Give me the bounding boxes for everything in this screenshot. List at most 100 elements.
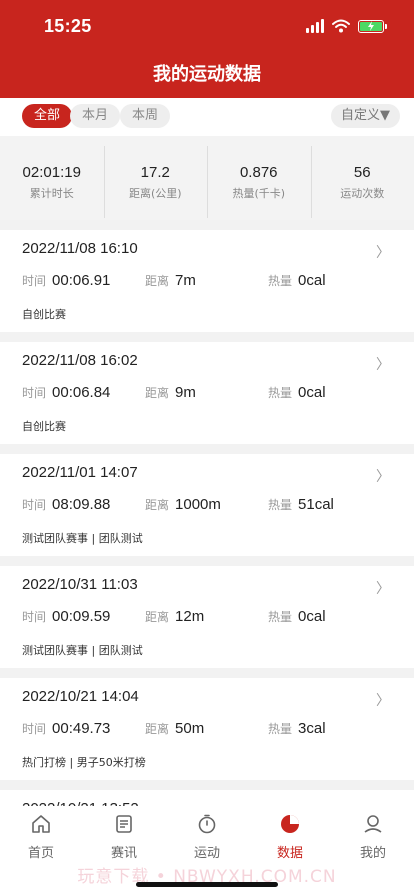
filter-month-chip[interactable]: 本月 (70, 104, 121, 128)
summary-label: 累计时长 (29, 187, 74, 200)
record-tag: 自创比赛 (22, 420, 66, 433)
summary-distance: 17.2 距离(公里) (103, 136, 208, 220)
record-time: 时间 00:49.73 (22, 720, 110, 737)
tab-home[interactable]: 首页 (0, 812, 82, 861)
filter-week-chip[interactable]: 本周 (120, 104, 171, 128)
chevron-right-icon: 〉 (376, 469, 390, 485)
metric-label: 距离 (145, 386, 170, 400)
record-tag: 自创比赛 (22, 308, 66, 321)
record-time: 时间 00:09.59 (22, 608, 110, 625)
record-card[interactable]: 2022/11/01 14:07 〉 时间 08:09.88 距离 1000m 热量… (0, 454, 414, 556)
chevron-right-icon: 〉 (376, 581, 390, 597)
record-distance: 距离 12m (145, 608, 204, 625)
summary-count: 56 运动次数 (310, 136, 414, 220)
metric-label: 时间 (22, 722, 47, 736)
metric-value: 50m (175, 720, 205, 737)
tab-data[interactable]: 数据 (249, 812, 331, 861)
record-tag: 热门打榜 | 男子50米打榜 (22, 756, 146, 769)
filter-bar: 全部 本月 本周 自定义▼ (0, 98, 414, 136)
news-icon (83, 812, 165, 836)
summary-value: 0.876 (239, 164, 278, 181)
chevron-right-icon: 〉 (376, 245, 390, 261)
record-tag: 测试团队赛事 | 团队测试 (22, 644, 143, 657)
tab-label: 首页 (27, 846, 54, 861)
metric-value: 00:06.84 (52, 384, 111, 401)
home-indicator[interactable] (136, 882, 278, 887)
record-tag: 测试团队赛事 | 团队测试 (22, 532, 143, 545)
metric-value: 7m (175, 272, 196, 289)
tab-mine[interactable]: 我的 (332, 812, 414, 861)
record-card[interactable]: 2022/10/31 11:03 〉 时间 00:09.59 距离 12m 热量 0c… (0, 566, 414, 668)
record-calorie: 热量 0cal (268, 384, 326, 401)
metric-label: 时间 (22, 274, 47, 288)
metric-label: 时间 (22, 610, 47, 624)
metric-value: 00:49.73 (52, 720, 111, 737)
metric-label: 热量 (268, 498, 293, 512)
record-date: 2022/11/08 16:10 (22, 240, 138, 257)
home-icon (0, 812, 82, 836)
page-title: 我的运动数据 (153, 64, 261, 85)
record-distance: 距离 7m (145, 272, 196, 289)
metric-label: 距离 (145, 498, 170, 512)
signal-icon (306, 19, 324, 33)
metric-label: 热量 (268, 274, 293, 288)
status-icons (306, 19, 387, 33)
tab-news[interactable]: 赛讯 (83, 812, 165, 861)
metric-label: 热量 (268, 386, 293, 400)
battery-icon (358, 19, 387, 33)
metric-value: 0cal (298, 608, 326, 625)
summary-value: 02:01:19 (22, 164, 81, 181)
tab-sport[interactable]: 运动 (166, 812, 248, 861)
status-bar: 15:25 (0, 0, 414, 54)
metric-value: 00:09.59 (52, 608, 111, 625)
status-time: 15:25 (44, 16, 92, 36)
chevron-right-icon: 〉 (376, 357, 390, 373)
pie-chart-icon (249, 812, 331, 836)
tab-label: 运动 (193, 846, 220, 861)
record-distance: 距离 50m (145, 720, 204, 737)
record-time: 时间 08:09.88 (22, 496, 110, 513)
record-card[interactable]: 2022/10/21 14:04 〉 时间 00:49.73 距离 50m 热量 3c… (0, 678, 414, 780)
wifi-icon (332, 19, 350, 33)
metric-label: 距离 (145, 274, 170, 288)
record-calorie: 热量 3cal (268, 720, 326, 737)
custom-range-dropdown[interactable]: 自定义▼ (331, 104, 400, 128)
summary-label: 距离(公里) (128, 187, 182, 200)
tab-label: 赛讯 (110, 846, 137, 861)
stopwatch-icon (166, 812, 248, 836)
metric-value: 12m (175, 608, 205, 625)
record-date: 2022/10/31 11:03 (22, 576, 138, 593)
record-card[interactable]: 2022/11/08 16:10 〉 时间 00:06.91 距离 7m 热量 0ca… (0, 230, 414, 332)
tab-label: 数据 (276, 846, 303, 861)
metric-label: 热量 (268, 722, 293, 736)
header: 15:25 我的运动数据 (0, 0, 414, 98)
metric-value: 08:09.88 (52, 496, 111, 513)
summary-label: 运动次数 (340, 187, 385, 200)
metric-value: 0cal (298, 272, 326, 289)
records-list: 2022/11/08 16:10 〉 时间 00:06.91 距离 7m 热量 0ca… (0, 230, 414, 896)
metric-value: 3cal (298, 720, 326, 737)
summary-calories: 0.876 热量(千卡) (207, 136, 311, 220)
summary-panel: 02:01:19 累计时长 17.2 距离(公里) 0.876 热量(千卡) 5… (0, 136, 414, 220)
record-calorie: 热量 0cal (268, 608, 326, 625)
record-calorie: 热量 51cal (268, 496, 334, 513)
record-card[interactable]: 2022/11/08 16:02 〉 时间 00:06.84 距离 9m 热量 0ca… (0, 342, 414, 444)
summary-duration: 02:01:19 累计时长 (0, 136, 104, 220)
metric-label: 热量 (268, 610, 293, 624)
record-time: 时间 00:06.91 (22, 272, 110, 289)
metric-label: 距离 (145, 610, 170, 624)
tab-label: 我的 (359, 846, 386, 861)
metric-value: 9m (175, 384, 196, 401)
record-distance: 距离 9m (145, 384, 196, 401)
chevron-right-icon: 〉 (376, 693, 390, 709)
record-date: 2022/11/01 14:07 (22, 464, 138, 481)
record-date: 2022/10/21 14:04 (22, 688, 139, 705)
summary-label: 热量(千卡) (232, 187, 286, 200)
metric-label: 距离 (145, 722, 170, 736)
metric-label: 时间 (22, 386, 47, 400)
metric-value: 51cal (298, 496, 334, 513)
record-date: 2022/11/08 16:02 (22, 352, 138, 369)
summary-value: 17.2 (140, 164, 170, 181)
metric-value: 00:06.91 (52, 272, 111, 289)
filter-all-chip[interactable]: 全部 (22, 104, 73, 128)
